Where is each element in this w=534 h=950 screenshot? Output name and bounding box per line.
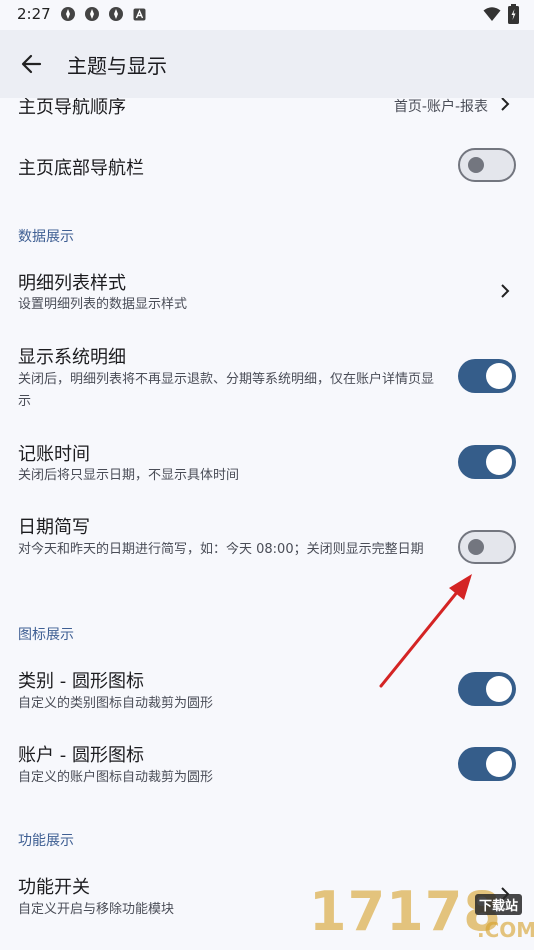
date-short-toggle[interactable] (458, 530, 516, 564)
toggle-knob (486, 676, 512, 702)
toggle-knob (468, 539, 484, 555)
keyboard-a-icon (133, 8, 146, 21)
setting-subtitle: 关闭后，明细列表将不再显示退款、分期等系统明细，仅在账户详情页显示 (18, 372, 435, 409)
setting-subtitle: 关闭后将只显示日期，不显示具体时间 (18, 468, 240, 483)
chevron-right-icon (501, 284, 510, 298)
setting-subtitle: 自定义的类别图标自动裁剪为圆形 (18, 696, 214, 711)
status-bar: 2:27 (0, 0, 534, 30)
setting-title: 账户 - 圆形图标 (18, 745, 144, 766)
page-title: 主题与显示 (67, 54, 167, 78)
setting-subtitle: 对今天和昨天的日期进行简写，如：今天 08:00；关闭则显示完整日期 (18, 542, 424, 557)
chevron-right-icon (501, 98, 510, 111)
system-detail-toggle[interactable] (458, 359, 516, 393)
watermark-domain: .COM (477, 918, 534, 942)
toggle-knob (486, 751, 512, 777)
app-notification-icon (85, 7, 99, 21)
setting-title: 主页导航顺序 (18, 98, 126, 118)
setting-title: 主页底部导航栏 (18, 158, 144, 179)
watermark-badge: 下载站 (475, 894, 523, 915)
setting-subtitle: 自定义的账户图标自动裁剪为圆形 (18, 770, 214, 785)
bottom-nav-toggle[interactable] (458, 148, 516, 182)
setting-value: 首页-账户-报表 (393, 99, 488, 115)
back-arrow-icon[interactable] (18, 50, 46, 78)
app-bar: 主题与显示 (0, 30, 534, 98)
toggle-knob (486, 363, 512, 389)
category-round-toggle[interactable] (458, 672, 516, 706)
app-notification-icon (109, 7, 123, 21)
wifi-icon (483, 7, 501, 21)
section-header-data: 数据展示 (18, 229, 74, 245)
battery-charging-icon (508, 4, 519, 24)
setting-subtitle: 设置明细列表的数据显示样式 (18, 297, 188, 312)
status-time: 2:27 (17, 5, 51, 23)
section-header-features: 功能展示 (18, 833, 74, 849)
app-notification-icon (61, 7, 75, 21)
setting-title: 显示系统明细 (18, 347, 126, 368)
settings-list[interactable]: 主页导航顺序 首页-账户-报表 主页底部导航栏 数据展示 明细列表样式 设置明细… (0, 98, 534, 950)
setting-title: 明细列表样式 (18, 273, 126, 294)
record-time-toggle[interactable] (458, 445, 516, 479)
account-round-toggle[interactable] (458, 747, 516, 781)
section-header-icons: 图标展示 (18, 627, 74, 643)
toggle-knob (486, 449, 512, 475)
setting-title: 类别 - 圆形图标 (18, 671, 144, 692)
watermark: 17178 下载站 .COM (305, 880, 534, 950)
setting-title: 记账时间 (18, 444, 90, 465)
setting-title: 日期简写 (18, 517, 90, 538)
toggle-knob (468, 157, 484, 173)
setting-title: 功能开关 (18, 877, 90, 898)
watermark-digits: 17178 (309, 880, 502, 943)
